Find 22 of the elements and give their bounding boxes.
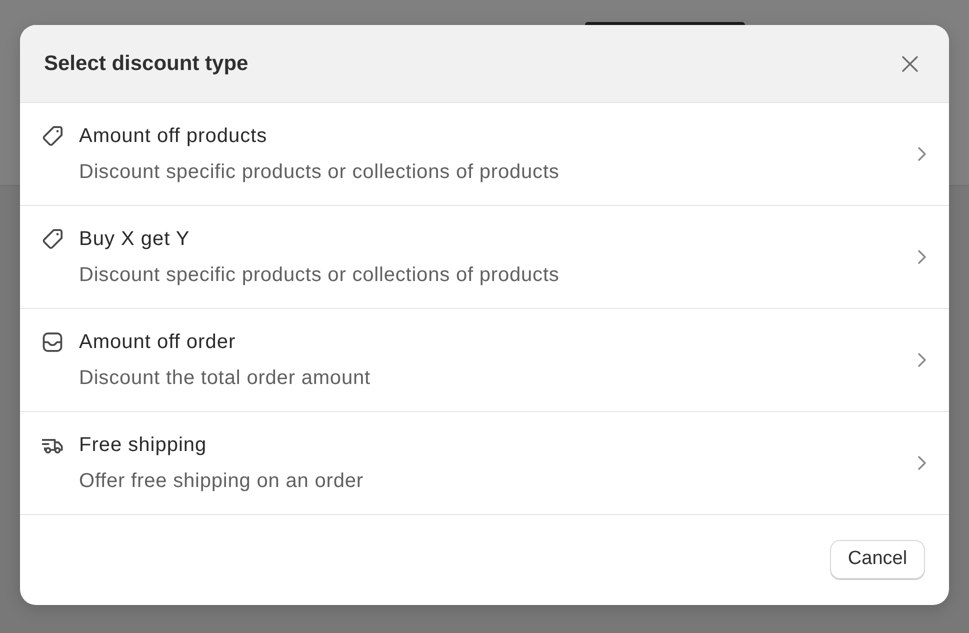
chevron-right-icon: [918, 456, 926, 470]
option-description: Discount the total order amount: [79, 366, 370, 391]
close-icon: [902, 56, 918, 72]
tag-icon: [42, 126, 63, 147]
cancel-button[interactable]: Cancel: [830, 540, 925, 579]
chevron-right-icon: [918, 250, 926, 264]
option-title: Amount off products: [79, 124, 268, 149]
discount-option[interactable]: Amount off products Discount specific products or collections of products: [20, 103, 949, 206]
option-title: Buy X get Y: [79, 227, 190, 252]
option-description: Discount specific products or collections of products: [79, 263, 560, 288]
dialog-title: Select discount type: [44, 50, 248, 77]
option-title: Free shipping: [79, 433, 207, 458]
tray-icon: [42, 332, 63, 353]
discount-option[interactable]: Buy X get Y Discount specific products or collections of products: [20, 206, 949, 309]
option-description: Offer free shipping on an order: [79, 469, 364, 494]
chevron-right-icon: [918, 353, 926, 367]
option-description: Discount specific products or collections of products: [79, 160, 560, 185]
chevron-right-icon: [918, 147, 926, 161]
option-title: Amount off order: [79, 330, 236, 355]
tag-icon: [42, 229, 63, 250]
discount-option[interactable]: Free shipping Offer free shipping on an order: [20, 412, 949, 515]
discount-option[interactable]: Amount off order Discount the total order amount: [20, 309, 949, 412]
